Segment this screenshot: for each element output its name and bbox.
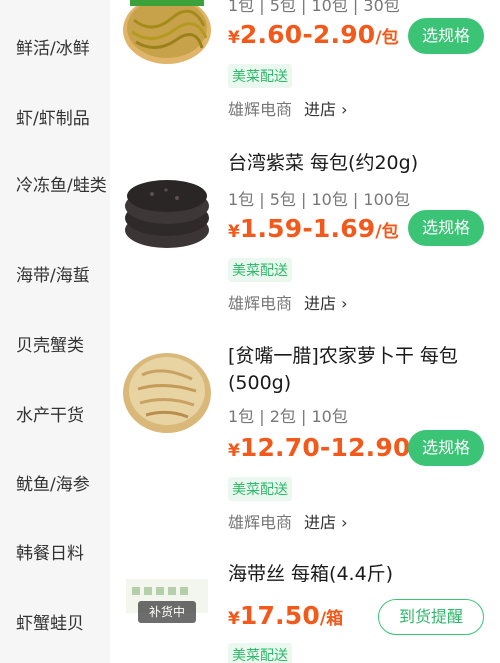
product-list: 1包 | 5包 | 10包 | 30包 ¥2.60-2.90/包 选规格 美菜配… xyxy=(110,0,500,663)
product-specs: 1包 | 5包 | 10包 | 100包 xyxy=(228,190,410,209)
product-image xyxy=(123,0,211,64)
sidebar-item-kelp[interactable]: 海带/海蜇 xyxy=(16,264,108,288)
delivery-badge: 美菜配送 xyxy=(228,643,292,663)
product-price: ¥17.50/箱 xyxy=(228,601,344,630)
shop-name: 雄辉电商 xyxy=(228,294,293,313)
product-specs: 1包 | 5包 | 10包 | 30包 xyxy=(228,0,400,15)
shop-row: 雄辉电商 进店 › xyxy=(228,290,348,314)
sidebar-item-frozen-fish[interactable]: 冷冻鱼/蛙类 xyxy=(16,174,108,198)
product-price: ¥1.59-1.69/包 xyxy=(228,214,399,243)
restock-badge: 补货中 xyxy=(138,601,196,623)
product-title[interactable]: 台湾紫菜 每包(约20g) xyxy=(228,150,490,177)
choose-spec-button[interactable]: 选规格 xyxy=(408,18,484,54)
delivery-badge: 美菜配送 xyxy=(228,258,292,282)
product-title[interactable]: 海带丝 每箱(4.4斤) xyxy=(228,561,490,588)
choose-spec-button[interactable]: 选规格 xyxy=(408,210,484,246)
choose-spec-button[interactable]: 选规格 xyxy=(408,430,484,466)
sidebar-item-korean-japanese[interactable]: 韩餐日料 xyxy=(16,542,108,566)
shop-name: 雄辉电商 xyxy=(228,100,293,119)
shop-name: 雄辉电商 xyxy=(228,513,293,532)
product-card[interactable]: 补货中 海带丝 每箱(4.4斤) ¥17.50/箱 到货提醒 美菜配送 xyxy=(110,555,500,663)
category-sidebar: 鲜活/冰鲜 虾/虾制品 冷冻鱼/蛙类 海带/海蜇 贝壳蟹类 水产干货 鱿鱼/海参… xyxy=(0,0,110,663)
delivery-badge: 美菜配送 xyxy=(228,477,292,501)
product-title[interactable]: [贫嘴一腊]农家萝卜干 每包(500g) xyxy=(228,343,490,397)
product-card[interactable]: 台湾紫菜 每包(约20g) 1包 | 5包 | 10包 | 100包 ¥1.59… xyxy=(110,140,500,320)
product-price: ¥2.60-2.90/包 xyxy=(228,20,399,49)
delivery-badge: 美菜配送 xyxy=(228,64,292,88)
chevron-right-icon: › xyxy=(341,100,348,119)
product-image xyxy=(125,180,209,248)
shop-row: 雄辉电商 进店 › xyxy=(228,96,348,120)
sidebar-item-squid[interactable]: 鱿鱼/海参 xyxy=(16,473,108,497)
sidebar-item-shrimp[interactable]: 虾/虾制品 xyxy=(16,107,108,131)
shop-row: 雄辉电商 进店 › xyxy=(228,509,348,533)
product-card[interactable]: [贫嘴一腊]农家萝卜干 每包(500g) 1包 | 2包 | 10包 ¥12.7… xyxy=(110,335,500,545)
sidebar-item-fresh[interactable]: 鲜活/冰鲜 xyxy=(16,37,108,61)
product-card[interactable]: 1包 | 5包 | 10包 | 30包 ¥2.60-2.90/包 选规格 美菜配… xyxy=(110,0,500,128)
product-image xyxy=(123,353,211,433)
enter-shop-link[interactable]: 进店 › xyxy=(304,100,348,119)
sidebar-item-shrimp-crab[interactable]: 虾蟹蛙贝 xyxy=(16,612,108,636)
sidebar-item-shellfish[interactable]: 贝壳蟹类 xyxy=(16,334,108,358)
chevron-right-icon: › xyxy=(341,294,348,313)
arrival-reminder-button[interactable]: 到货提醒 xyxy=(378,599,484,635)
enter-shop-link[interactable]: 进店 › xyxy=(304,294,348,313)
chevron-right-icon: › xyxy=(341,513,348,532)
product-price: ¥12.70-12.90/包 xyxy=(228,433,434,462)
enter-shop-link[interactable]: 进店 › xyxy=(304,513,348,532)
sidebar-item-dried-seafood[interactable]: 水产干货 xyxy=(16,404,108,428)
product-specs: 1包 | 2包 | 10包 xyxy=(228,407,348,426)
